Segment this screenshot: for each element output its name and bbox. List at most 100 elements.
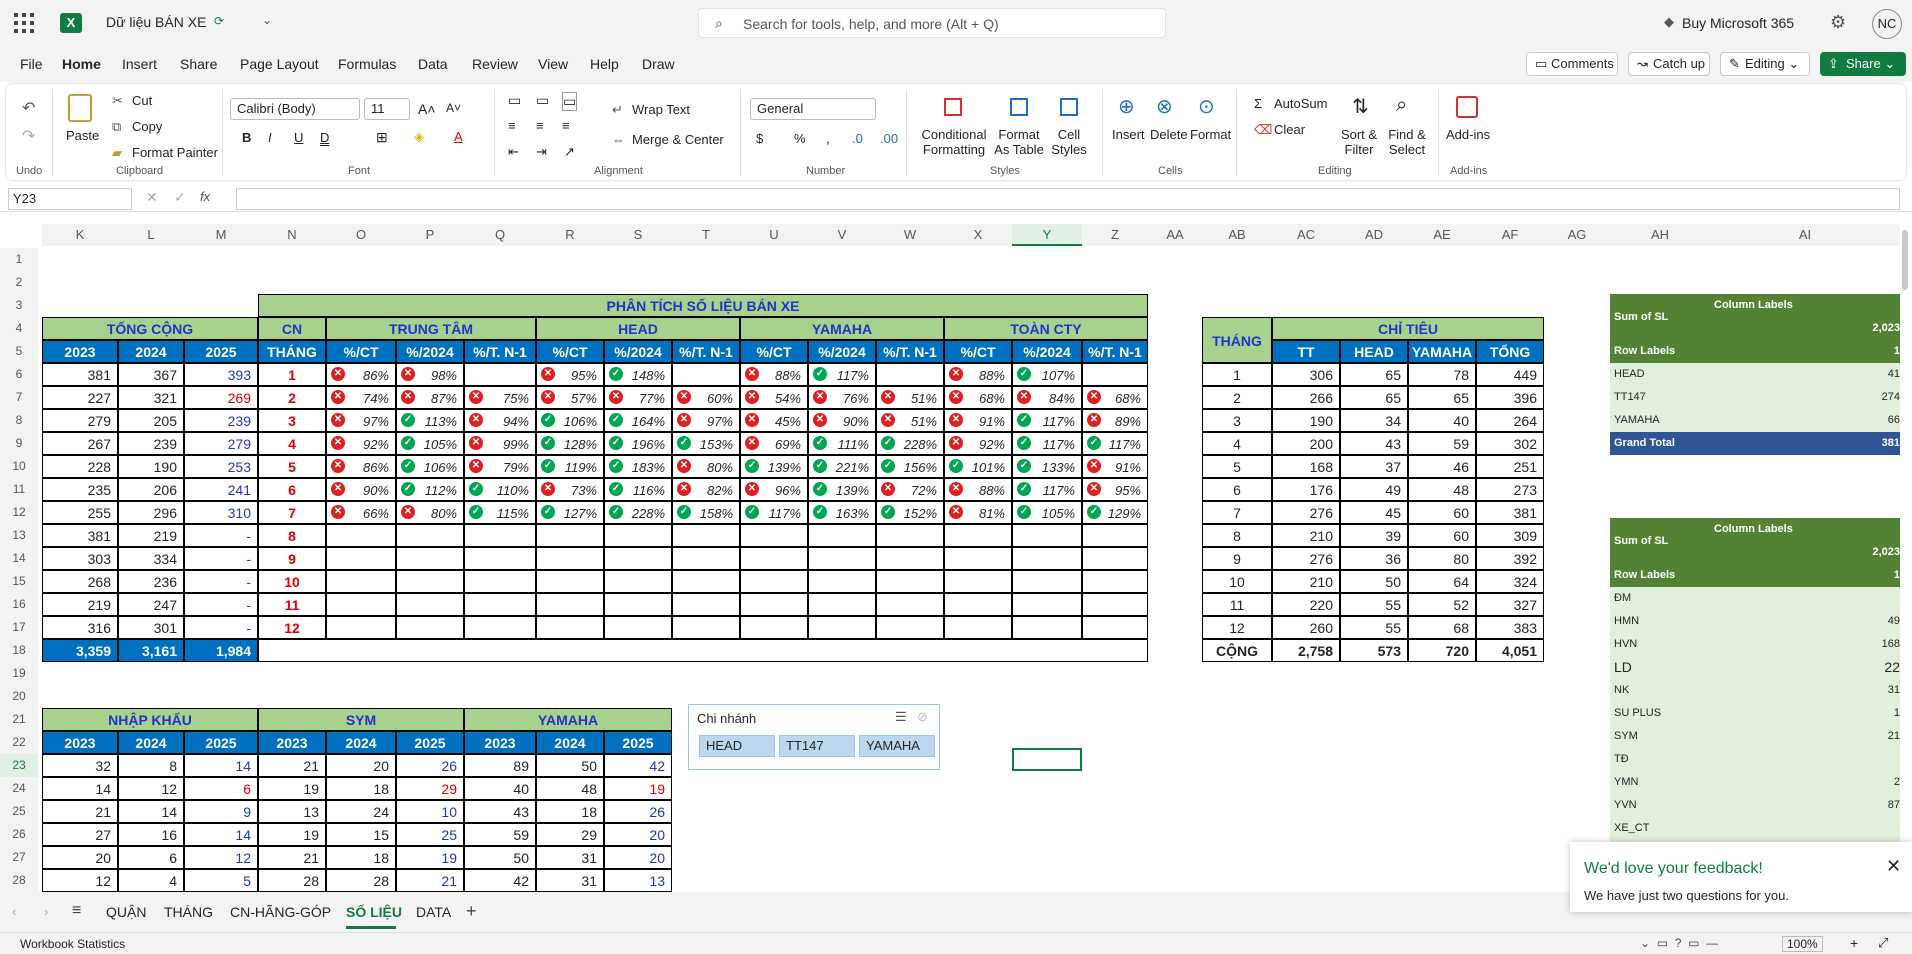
- row-header[interactable]: 14: [0, 547, 38, 570]
- sheet-tab-so-lieu[interactable]: SỐ LIỆU: [346, 904, 402, 920]
- slicer-item-head[interactable]: HEAD: [699, 735, 775, 757]
- format-as-table-button[interactable]: Format As Table: [990, 127, 1048, 157]
- cn-header[interactable]: CN: [258, 317, 326, 340]
- percent-cell[interactable]: 80% ✕: [672, 455, 740, 478]
- tab-home[interactable]: Home: [62, 56, 101, 72]
- percent-cell[interactable]: [944, 570, 1012, 593]
- row-header[interactable]: 22: [0, 731, 38, 754]
- target-value[interactable]: 36: [1340, 547, 1408, 570]
- pivot-row-value[interactable]: 2: [1710, 771, 1900, 794]
- subcol-header[interactable]: %/CT: [944, 340, 1012, 363]
- column-header[interactable]: R: [536, 224, 604, 246]
- pivot-row-value[interactable]: 1: [1710, 702, 1900, 725]
- brand-year-header[interactable]: 2024: [118, 731, 184, 754]
- column-header[interactable]: X: [944, 224, 1012, 246]
- pivot-row-label[interactable]: HMN: [1610, 610, 1710, 633]
- percent-cell[interactable]: 117% ✓: [1012, 478, 1082, 501]
- value-2025[interactable]: -: [184, 570, 258, 593]
- percent-cell[interactable]: 115% ✓: [464, 501, 536, 524]
- brand-value[interactable]: 13: [604, 869, 672, 892]
- brand-value[interactable]: 16: [118, 823, 184, 846]
- percent-cell[interactable]: 116% ✓: [604, 478, 672, 501]
- formula-input[interactable]: [236, 188, 1900, 210]
- value-2025[interactable]: 253: [184, 455, 258, 478]
- percent-cell[interactable]: 91% ✕: [944, 409, 1012, 432]
- row-header[interactable]: 10: [0, 455, 38, 478]
- brand-value[interactable]: 21: [258, 846, 326, 869]
- brand-year-header[interactable]: 2025: [604, 731, 672, 754]
- brand-year-header[interactable]: 2023: [258, 731, 326, 754]
- percent-cell[interactable]: [604, 616, 672, 639]
- buy-microsoft-365-link[interactable]: Buy Microsoft 365: [1682, 15, 1794, 31]
- percent-cell[interactable]: [876, 616, 944, 639]
- app-launcher-icon[interactable]: [14, 13, 34, 33]
- close-icon[interactable]: ✕: [1886, 856, 1901, 877]
- tab-draw[interactable]: Draw: [642, 56, 675, 72]
- value-2025[interactable]: 239: [184, 409, 258, 432]
- value-2023[interactable]: 303: [42, 547, 118, 570]
- add-sheet-icon[interactable]: +: [466, 901, 477, 922]
- value-2025[interactable]: -: [184, 616, 258, 639]
- wrap-text-button[interactable]: Wrap Text: [632, 102, 690, 117]
- percent-cell[interactable]: 82% ✕: [672, 478, 740, 501]
- target-value[interactable]: 60: [1408, 501, 1476, 524]
- pivot-row-label[interactable]: LD: [1610, 656, 1710, 679]
- underline-icon[interactable]: U: [294, 130, 303, 145]
- percent-cell[interactable]: [808, 593, 876, 616]
- decrease-indent-icon[interactable]: ⇤: [508, 144, 519, 160]
- percent-cell[interactable]: 54% ✕: [740, 386, 808, 409]
- percent-cell[interactable]: [740, 524, 808, 547]
- align-middle-icon[interactable]: ▭: [536, 92, 549, 109]
- row-header[interactable]: 24: [0, 777, 38, 800]
- value-2023[interactable]: 268: [42, 570, 118, 593]
- percent-cell[interactable]: 69% ✕: [740, 432, 808, 455]
- brand-value[interactable]: 89: [464, 754, 536, 777]
- percent-cell[interactable]: [326, 524, 396, 547]
- paste-button[interactable]: Paste: [66, 128, 99, 143]
- percent-cell[interactable]: [876, 593, 944, 616]
- percent-cell[interactable]: [326, 593, 396, 616]
- percent-cell[interactable]: 117% ✓: [808, 363, 876, 386]
- value-2024[interactable]: 190: [118, 455, 184, 478]
- pivot-row-value[interactable]: 31: [1710, 679, 1900, 702]
- brand-year-header[interactable]: 2024: [536, 731, 604, 754]
- thang-header[interactable]: THÁNG: [258, 340, 326, 363]
- column-header[interactable]: AG: [1544, 224, 1610, 246]
- percent-cell[interactable]: 90% ✕: [808, 409, 876, 432]
- brand-value[interactable]: 50: [536, 754, 604, 777]
- brand-value[interactable]: 24: [326, 800, 396, 823]
- pivot-grand-total[interactable]: 381: [1710, 432, 1900, 455]
- row-header[interactable]: 17: [0, 616, 38, 639]
- percent-cell[interactable]: [672, 363, 740, 386]
- percent-cell[interactable]: 74% ✕: [326, 386, 396, 409]
- pivot-row-value[interactable]: [1710, 748, 1900, 771]
- percent-cell[interactable]: 228% ✓: [604, 501, 672, 524]
- percent-cell[interactable]: 95% ✕: [536, 363, 604, 386]
- total-cell[interactable]: 3,359: [42, 639, 118, 662]
- column-header[interactable]: AF: [1476, 224, 1544, 246]
- percent-cell[interactable]: 148% ✓: [604, 363, 672, 386]
- month-cell[interactable]: 5: [258, 455, 326, 478]
- column-header[interactable]: AE: [1408, 224, 1476, 246]
- target-value[interactable]: 80: [1408, 547, 1476, 570]
- row-header[interactable]: 13: [0, 524, 38, 547]
- value-2024[interactable]: 334: [118, 547, 184, 570]
- percent-cell[interactable]: 117% ✓: [740, 501, 808, 524]
- column-header[interactable]: M: [184, 224, 258, 246]
- pivot-row-label[interactable]: HVN: [1610, 633, 1710, 656]
- target-value[interactable]: 176: [1272, 478, 1340, 501]
- row-header[interactable]: 26: [0, 823, 38, 846]
- brand-value[interactable]: 50: [464, 846, 536, 869]
- pivot-row-label[interactable]: TĐ: [1610, 748, 1710, 771]
- target-value[interactable]: 59: [1408, 432, 1476, 455]
- value-2024[interactable]: 205: [118, 409, 184, 432]
- percent-cell[interactable]: [604, 570, 672, 593]
- row-header[interactable]: 1: [0, 248, 38, 271]
- target-month[interactable]: 11: [1202, 593, 1272, 616]
- align-center-icon[interactable]: ≡: [536, 118, 544, 133]
- cell-styles-button[interactable]: Cell Styles: [1046, 127, 1092, 157]
- row-header[interactable]: 3: [0, 294, 38, 317]
- cut-button[interactable]: Cut: [132, 93, 152, 108]
- row-header[interactable]: 7: [0, 386, 38, 409]
- target-value[interactable]: 49: [1340, 478, 1408, 501]
